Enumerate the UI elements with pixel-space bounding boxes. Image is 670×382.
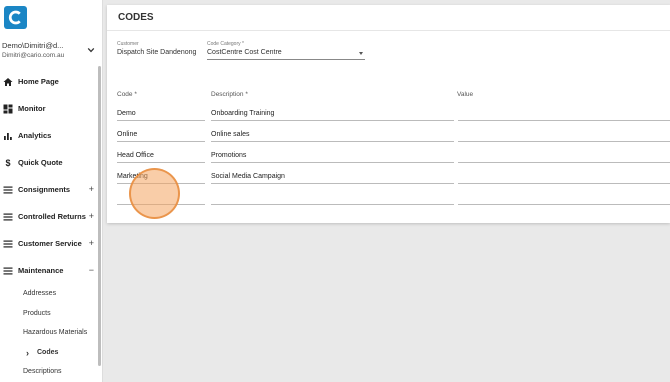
sidebar-subitem-hazardous-materials[interactable]: Hazardous Materials xyxy=(0,323,101,343)
sidebar-item-analytics[interactable]: Analytics xyxy=(0,122,101,149)
user-email: Dimitri@cario.com.au xyxy=(2,52,65,59)
home-icon xyxy=(3,77,13,87)
description-input[interactable]: Social Media Campaign xyxy=(211,172,454,184)
sidebar-subitem-addresses[interactable]: Addresses xyxy=(0,284,101,304)
table-row: Head Office Promotions xyxy=(117,151,670,172)
sidebar-subitem-descriptions[interactable]: Descriptions xyxy=(0,362,101,382)
sidebar-item-label: Customer Service xyxy=(18,239,82,248)
sidebar-item-label: Maintenance xyxy=(18,266,64,275)
code-input[interactable]: Head Office xyxy=(117,151,205,163)
sidebar-subitem-label: Descriptions xyxy=(23,368,62,376)
user-account-selector[interactable]: Demo\Dimitri@d... Dimitri@cario.com.au xyxy=(2,41,101,67)
table-row: Online Online sales xyxy=(117,130,670,151)
sidebar-item-label: Monitor xyxy=(18,104,46,113)
sidebar-item-home-page[interactable]: Home Page xyxy=(0,68,101,95)
description-input[interactable]: Online sales xyxy=(211,130,454,142)
sidebar-subitem-label: Addresses xyxy=(23,290,57,298)
table-row-new xyxy=(117,193,670,214)
sidebar-nav: Home Page Monitor Analytics $ Quick Quot… xyxy=(0,68,101,382)
sidebar-item-label: Home Page xyxy=(18,77,59,86)
expand-icon[interactable]: + xyxy=(89,238,94,248)
column-header-description: Description * xyxy=(211,91,248,98)
description-input[interactable]: Promotions xyxy=(211,151,454,163)
description-input[interactable]: Onboarding Training xyxy=(211,109,454,121)
sidebar-item-monitor[interactable]: Monitor xyxy=(0,95,101,122)
menu-icon xyxy=(3,266,13,276)
sidebar-item-controlled-returns[interactable]: Controlled Returns + xyxy=(0,203,101,230)
value-input[interactable] xyxy=(458,130,670,142)
maintenance-submenu: Addresses Products Hazardous Materials ›… xyxy=(0,284,101,382)
sidebar-item-label: Controlled Returns xyxy=(18,212,86,221)
customer-value: Dispatch Site Dandenong xyxy=(117,49,197,56)
sidebar-subitem-codes[interactable]: › Codes xyxy=(0,343,101,363)
dollar-icon: $ xyxy=(5,157,11,168)
chevron-right-icon: › xyxy=(26,347,29,358)
collapse-icon[interactable]: − xyxy=(89,265,94,275)
value-input[interactable] xyxy=(458,172,670,184)
sidebar-item-quick-quote[interactable]: $ Quick Quote xyxy=(0,149,101,176)
page-title: CODES xyxy=(107,5,670,31)
sidebar: Demo\Dimitri@d... Dimitri@cario.com.au H… xyxy=(0,0,103,382)
value-input[interactable] xyxy=(458,193,670,205)
sidebar-item-label: Quick Quote xyxy=(18,158,63,167)
sidebar-item-label: Analytics xyxy=(18,131,52,140)
sidebar-subitem-label: Codes xyxy=(37,348,59,356)
dropdown-arrow-icon[interactable] xyxy=(359,52,363,55)
customer-label: Customer xyxy=(117,41,139,47)
sidebar-subitem-label: Hazardous Materials xyxy=(23,329,88,337)
code-input[interactable]: Online xyxy=(117,130,205,142)
dashboard-icon xyxy=(3,104,13,114)
code-category-select[interactable]: Code Category * CostCentre Cost Centre xyxy=(207,41,365,60)
codes-panel: CODES Customer Dispatch Site Dandenong C… xyxy=(107,5,670,223)
cario-logo-icon xyxy=(8,10,21,25)
sidebar-scrollbar[interactable] xyxy=(98,66,101,366)
expand-icon[interactable]: + xyxy=(89,211,94,221)
bar-chart-icon xyxy=(3,131,13,141)
user-name: Demo\Dimitri@d... xyxy=(2,41,64,50)
customer-field[interactable]: Customer Dispatch Site Dandenong xyxy=(117,41,205,56)
table-row: Marketing Social Media Campaign xyxy=(117,172,670,193)
sidebar-subitem-label: Products xyxy=(23,309,51,317)
column-header-value: Value xyxy=(457,91,474,98)
code-category-value: CostCentre Cost Centre xyxy=(207,49,282,56)
chevron-down-icon[interactable] xyxy=(87,46,95,54)
column-header-code: Code * xyxy=(117,91,137,98)
expand-icon[interactable]: + xyxy=(89,184,94,194)
sidebar-item-label: Consignments xyxy=(18,185,71,194)
table-row: Demo Onboarding Training xyxy=(117,109,670,130)
sidebar-item-consignments[interactable]: Consignments + xyxy=(0,176,101,203)
menu-icon xyxy=(3,212,13,222)
sidebar-item-maintenance[interactable]: Maintenance − xyxy=(0,257,101,284)
code-category-label: Code Category * xyxy=(207,41,244,47)
sidebar-item-customer-service[interactable]: Customer Service + xyxy=(0,230,101,257)
code-category-dropdown[interactable]: CostCentre Cost Centre xyxy=(207,49,365,60)
menu-icon xyxy=(3,239,13,249)
menu-icon xyxy=(3,185,13,195)
description-input[interactable] xyxy=(211,193,454,205)
code-input[interactable]: Demo xyxy=(117,109,205,121)
sidebar-subitem-products[interactable]: Products xyxy=(0,304,101,324)
app-logo[interactable] xyxy=(4,6,27,29)
value-input[interactable] xyxy=(458,151,670,163)
click-indicator xyxy=(129,168,180,219)
value-input[interactable] xyxy=(458,109,670,121)
